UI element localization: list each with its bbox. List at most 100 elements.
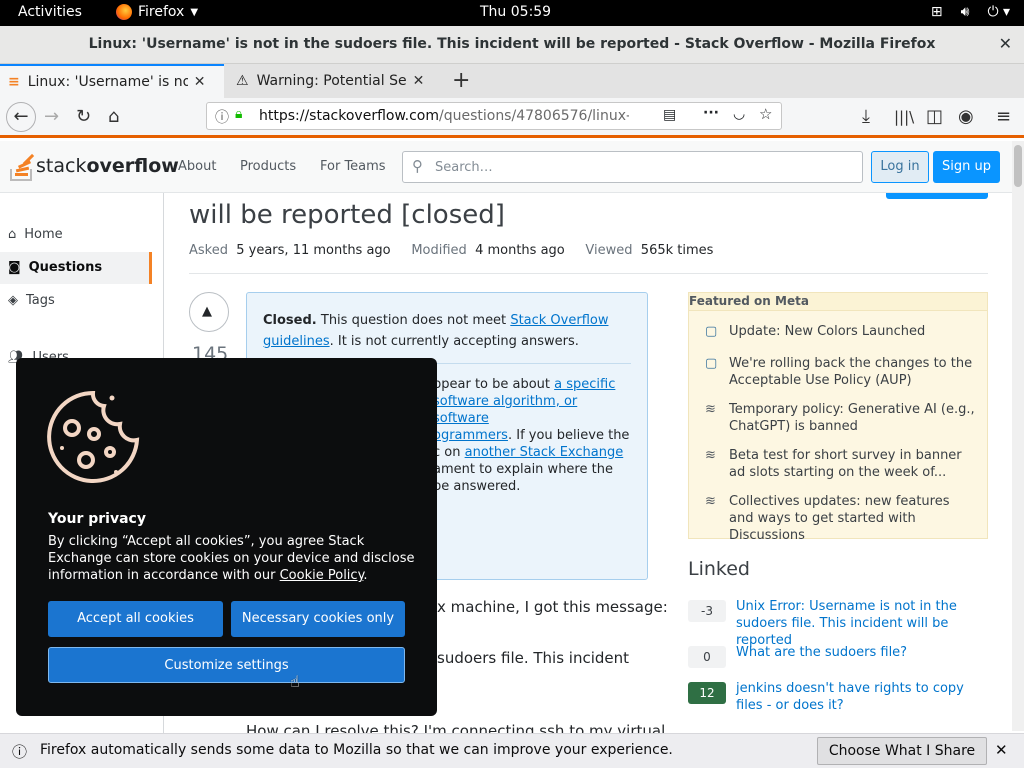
viewed-value: 565k times [640,243,714,258]
other-site-link[interactable]: another Stack Exchange [465,445,624,460]
window-titlebar: Linux: 'Username' is not in the sudoers … [0,26,1024,64]
bookmark-star-icon[interactable]: ☆ [759,105,772,123]
app-menu[interactable]: Firefox ▼ [116,4,198,20]
scrollbar-thumb[interactable] [1014,145,1022,187]
back-button[interactable]: ← [6,102,36,132]
cookie-text: By clicking “Accept all cookies”, you ag… [48,533,418,584]
linked-item[interactable]: -3 Unix Error: Username is not in the sud… [688,598,991,649]
tab-stackoverflow[interactable]: ≡ Linux: 'Username' is not in ✕ [0,64,224,98]
choose-what-i-share-button[interactable]: Choose What I Share [817,737,987,765]
power-icon: ⏻ ▾ [987,4,1010,20]
cookie-policy-link[interactable]: Cookie Policy [280,568,364,583]
hamburger-menu-icon[interactable]: ≡ [996,106,1011,127]
featured-item[interactable]: ▢ Update: New Colors Launched [705,323,975,340]
modified-value[interactable]: 4 months ago [475,243,565,258]
home-button[interactable]: ⌂ [108,106,119,127]
mouse-cursor-icon: ☝ [290,672,300,691]
tab-label: Linux: 'Username' is not in [27,74,188,90]
url-bar[interactable]: ⓘ 🔒︎ https://stackoverflow.com/questions… [206,102,782,130]
linked-score: 12 [688,682,726,704]
reason-text: be answered. [433,479,521,494]
info-icon[interactable]: ⓘ [215,107,229,127]
system-tray[interactable]: ⊞ 🔊︎ ⏻ ▾ [931,4,1010,20]
close-tab-icon[interactable]: ✕ [413,73,425,89]
reload-button[interactable]: ↻ [76,106,91,127]
question-body-line: x machine, I got this message: [437,598,668,616]
volume-icon: 🔊︎ [960,4,970,20]
cookie-consent-dialog: Your privacy By clicking “Accept all coo… [16,358,437,716]
downloads-icon[interactable]: ⤓ [862,106,870,127]
featured-on-meta: Featured on Meta ▢ Update: New Colors Lau… [688,292,988,543]
reason-link[interactable]: ogrammers [433,428,508,443]
stack-logo-icon [8,151,35,181]
products-link[interactable]: Products [240,159,296,174]
featured-item[interactable]: ≋ Temporary policy: Generative AI (e.g., … [705,401,975,435]
account-icon[interactable]: ◉ [958,106,974,127]
question-body-line: sudoers file. This incident [437,649,630,667]
close-notification-icon[interactable]: ✕ [995,741,1008,759]
linked-title[interactable]: What are the sudoers file? [736,644,991,668]
info-icon: ⓘ [12,743,28,761]
search-icon: ⚲ [412,157,423,175]
lock-icon[interactable]: 🔒︎ [235,106,242,122]
stackoverflow-favicon-icon: ≡ [8,74,20,90]
closed-tail: . It is not currently accepting answers. [329,334,579,349]
stack-icon: ≋ [705,494,716,509]
activities-button[interactable]: Activities [18,4,82,20]
warning-icon: ⚠ [236,73,249,89]
home-icon: ⌂ [8,227,17,242]
viewed-label: Viewed [585,243,633,258]
featured-item[interactable]: ▢ We're rolling back the changes to the A… [705,355,975,389]
question-meta: Asked 5 years, 11 months ago Modified 4 … [189,243,713,258]
upvote-button[interactable]: ▲ [189,292,229,332]
sidebar-item-tags[interactable]: ◈ Tags [8,293,55,308]
linked-title[interactable]: jenkins doesn't have rights to copy file… [736,680,991,714]
stackoverflow-logo[interactable]: stack overflow [8,151,179,181]
close-window-icon[interactable]: ✕ [999,34,1012,53]
question-title[interactable]: will be reported [closed] [189,200,505,230]
clock[interactable]: Thu 05:59 [480,4,551,20]
linked-title[interactable]: Unix Error: Username is not in the sudoe… [736,598,991,649]
cookie-heading: Your privacy [48,511,146,527]
about-link[interactable]: About [178,159,216,174]
pocket-icon[interactable]: ◡ [733,106,745,122]
asked-label: Asked [189,243,228,258]
linked-score: -3 [688,600,726,622]
sidebar-item-questions[interactable]: ◙ Questions [8,260,102,275]
linked-heading: Linked [688,558,750,580]
featured-item[interactable]: ≋ Beta test for short survey in banner ad… [705,447,975,481]
close-tab-icon[interactable]: ✕ [194,74,206,90]
telemetry-notification-bar: ⓘ Firefox automatically sends some data … [0,733,1024,768]
reason-link[interactable]: software algorithm, or software [433,394,577,426]
page-scrollbar[interactable] [1012,141,1024,731]
sidebar-item-home[interactable]: ⌂ Home [8,227,63,242]
closed-label: Closed. [263,313,317,328]
linked-item[interactable]: 0 What are the sudoers file? [688,644,991,668]
accept-all-cookies-button[interactable]: Accept all cookies [48,601,223,637]
window-title: Linux: 'Username' is not in the sudoers … [88,36,936,52]
ask-question-button[interactable] [886,193,988,199]
library-icon[interactable]: |||\ [894,108,914,126]
customize-settings-button[interactable]: Customize settings [48,647,405,683]
necessary-cookies-button[interactable]: Necessary cookies only [231,601,405,637]
search-input[interactable]: ⚲ Search… [402,151,863,183]
featured-item-label: We're rolling back the changes to the Ac… [729,356,973,388]
login-button[interactable]: Log in [871,151,929,183]
reader-view-icon[interactable]: ▤ [663,107,676,123]
signup-button[interactable]: Sign up [933,151,1000,183]
linked-item[interactable]: 12 jenkins doesn't have rights to copy fi… [688,680,991,714]
forward-button[interactable]: → [44,106,59,127]
reason-text: ppear to be about [433,377,555,392]
stack-icon: ≋ [705,402,716,417]
featured-item[interactable]: ≋ Collectives updates: new features and w… [705,493,975,544]
for-teams-link[interactable]: For Teams [320,159,386,174]
tab-security-warning[interactable]: ⚠ Warning: Potential Securi ✕ [228,64,448,98]
reason-link[interactable]: a specific [554,377,615,392]
stack-icon: ≋ [705,448,716,463]
new-tab-button[interactable]: + [452,68,470,93]
sidebar-icon[interactable]: ◫ [926,106,943,127]
page-actions-icon[interactable]: ··· [703,105,719,121]
caret-up-icon: ▲ [202,304,212,319]
globe-icon: ◙ [8,260,21,275]
sidebar-item-label: Tags [26,293,55,308]
